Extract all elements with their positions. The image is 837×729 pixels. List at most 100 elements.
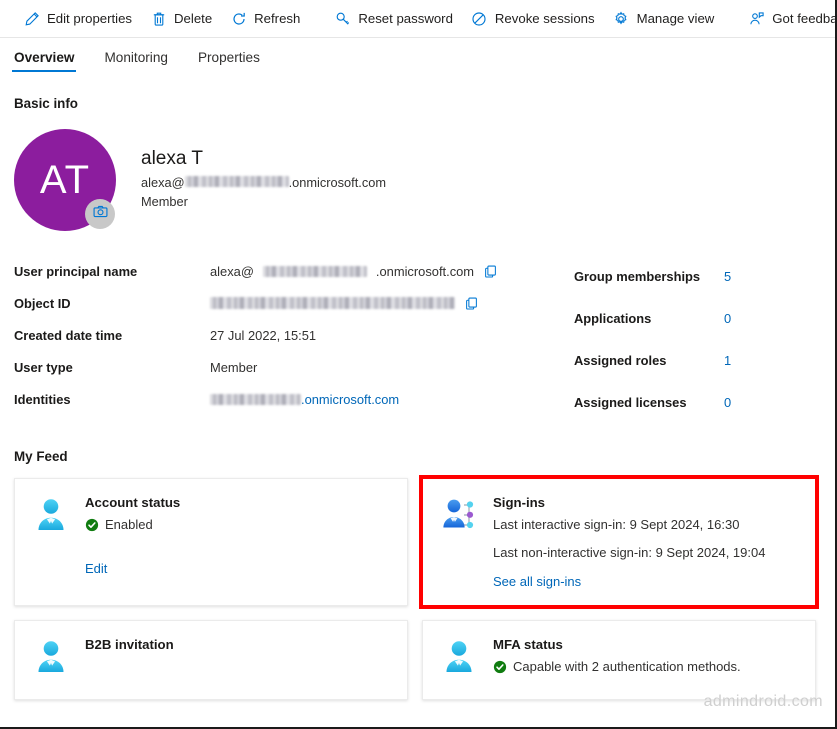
assigned-roles-count[interactable]: 1 <box>724 353 731 368</box>
card-body-b2b-invitation: B2B invitation <box>85 637 391 685</box>
property-label-identities: Identities <box>14 391 71 407</box>
card-foot-account-status: Edit <box>85 560 391 578</box>
tab-overview[interactable]: Overview <box>11 50 77 72</box>
got-feedback-label: Got feedback? <box>772 11 837 26</box>
property-row-assigned-licenses: Assigned licenses 0 <box>574 381 835 423</box>
user-icon <box>439 637 479 677</box>
last-non-interactive-signin: Last non-interactive sign-in: 9 Sept 202… <box>493 545 766 560</box>
upn-value-prefix: alexa@ <box>210 263 254 279</box>
tab-monitoring-label: Monitoring <box>104 50 168 65</box>
card-body-account-status: Account status Enabled Edit <box>85 495 391 591</box>
refresh-button[interactable]: Refresh <box>221 4 309 34</box>
property-row-assigned-roles: Assigned roles 1 <box>574 339 835 381</box>
property-row-applications: Applications 0 <box>574 297 835 339</box>
card-title-sign-ins: Sign-ins <box>493 495 546 510</box>
property-row-object-id: Object ID <box>14 287 574 319</box>
tab-strip: Overview Monitoring Properties <box>0 38 835 82</box>
card-b2b-invitation[interactable]: B2B invitation <box>14 620 408 700</box>
card-account-status[interactable]: Account status Enabled Edit <box>14 478 408 606</box>
reset-password-button[interactable]: Reset password <box>325 4 462 34</box>
see-all-sign-ins-link[interactable]: See all sign-ins <box>493 574 581 589</box>
user-overview-page: Edit properties Delete Refresh Reset pas… <box>0 0 837 729</box>
card-title-b2b-invitation: B2B invitation <box>85 637 174 652</box>
property-label-created-date: Created date time <box>14 327 123 343</box>
mfa-status-text: Capable with 2 authentication methods. <box>513 659 741 674</box>
card-title-account-status: Account status <box>85 495 181 510</box>
property-value-user-type: Member <box>210 359 258 375</box>
property-row-user-type: User type Member <box>14 351 574 383</box>
user-network-icon <box>439 495 479 535</box>
tab-properties-label: Properties <box>197 50 260 65</box>
manage-view-button[interactable]: Manage view <box>604 4 724 34</box>
property-value-identities[interactable]: .onmicrosoft.com <box>210 392 399 407</box>
card-title-mfa-status: MFA status <box>493 637 563 652</box>
refresh-icon <box>230 10 247 27</box>
user-display-name: alexa T <box>141 148 203 169</box>
gear-icon <box>613 10 630 27</box>
delete-label: Delete <box>174 11 213 26</box>
trash-icon <box>150 10 167 27</box>
copy-object-id-icon[interactable] <box>464 296 479 311</box>
properties-grid: User principal name alexa@ .onmicrosoft.c… <box>0 231 835 423</box>
property-row-created-date: Created date time 27 Jul 2022, 15:51 <box>14 319 574 351</box>
property-value-object-id <box>210 296 479 311</box>
user-icon <box>31 495 71 535</box>
revoke-sessions-label: Revoke sessions <box>494 11 595 26</box>
card-mfa-status[interactable]: MFA status Capable with 2 authentication… <box>422 620 816 700</box>
property-label-object-id: Object ID <box>14 295 71 311</box>
basic-info-heading: Basic info <box>14 96 78 111</box>
properties-left-column: User principal name alexa@ .onmicrosoft.c… <box>14 255 574 423</box>
block-icon <box>471 10 488 27</box>
property-label-applications: Applications <box>574 310 652 326</box>
property-label-user-type: User type <box>14 359 73 375</box>
tab-properties[interactable]: Properties <box>198 50 260 72</box>
check-circle-icon <box>493 660 507 674</box>
edit-properties-button[interactable]: Edit properties <box>14 4 141 34</box>
applications-count[interactable]: 0 <box>724 311 731 326</box>
redacted-identity-tenant <box>210 393 301 405</box>
tab-monitoring[interactable]: Monitoring <box>104 50 167 72</box>
property-label-upn: User principal name <box>14 263 138 279</box>
redacted-object-id <box>210 297 455 309</box>
assigned-licenses-count[interactable]: 0 <box>724 395 731 410</box>
card-body-mfa-status: MFA status Capable with 2 authentication… <box>493 637 799 685</box>
property-label-assigned-licenses: Assigned licenses <box>574 394 687 410</box>
identity-header: AT alexa T alexa@ .onmicrosoft.com Member <box>0 111 835 231</box>
property-label-assigned-roles: Assigned roles <box>574 352 667 368</box>
properties-right-column: Group memberships 5 Applications 0 Assig… <box>574 255 835 423</box>
key-icon <box>334 10 351 27</box>
upn-prefix: alexa@ <box>141 174 185 190</box>
property-row-group-memberships: Group memberships 5 <box>574 255 835 297</box>
user-principal-name-summary: alexa@ .onmicrosoft.com <box>141 175 386 190</box>
upn-value-suffix: .onmicrosoft.com <box>375 263 475 279</box>
avatar-initials: AT <box>39 157 91 202</box>
delete-button[interactable]: Delete <box>141 4 221 34</box>
copy-upn-icon[interactable] <box>483 264 498 279</box>
upn-suffix: .onmicrosoft.com <box>288 174 387 190</box>
my-feed-heading: My Feed <box>14 449 68 464</box>
card-body-sign-ins: Sign-ins Last interactive sign-in: 9 Sep… <box>493 495 799 591</box>
identity-text: alexa T alexa@ .onmicrosoft.com Member <box>116 129 386 209</box>
user-type-summary: Member <box>141 193 188 209</box>
refresh-label: Refresh <box>254 11 301 26</box>
account-status-text: Enabled <box>105 517 153 532</box>
camera-icon <box>92 203 109 225</box>
card-sign-ins[interactable]: Sign-ins Last interactive sign-in: 9 Sep… <box>419 475 819 609</box>
feedback-person-icon <box>748 10 765 27</box>
identities-suffix: .onmicrosoft.com <box>301 391 400 407</box>
edit-account-status-link[interactable]: Edit <box>85 561 107 576</box>
group-memberships-count[interactable]: 5 <box>724 269 731 284</box>
account-status-value: Enabled <box>85 517 391 532</box>
change-photo-button[interactable] <box>85 199 115 229</box>
property-row-identities: Identities .onmicrosoft.com <box>14 383 574 415</box>
reset-password-label: Reset password <box>358 11 453 26</box>
tab-overview-label: Overview <box>14 50 75 65</box>
property-row-upn: User principal name alexa@ .onmicrosoft.c… <box>14 255 574 287</box>
revoke-sessions-button[interactable]: Revoke sessions <box>462 4 604 34</box>
command-bar: Edit properties Delete Refresh Reset pas… <box>0 0 835 38</box>
property-label-group-memberships: Group memberships <box>574 268 701 284</box>
mfa-status-value: Capable with 2 authentication methods. <box>493 659 799 674</box>
got-feedback-button[interactable]: Got feedback? <box>739 4 837 34</box>
last-interactive-signin: Last interactive sign-in: 9 Sept 2024, 1… <box>493 517 740 532</box>
property-value-upn: alexa@ .onmicrosoft.com <box>210 264 498 279</box>
